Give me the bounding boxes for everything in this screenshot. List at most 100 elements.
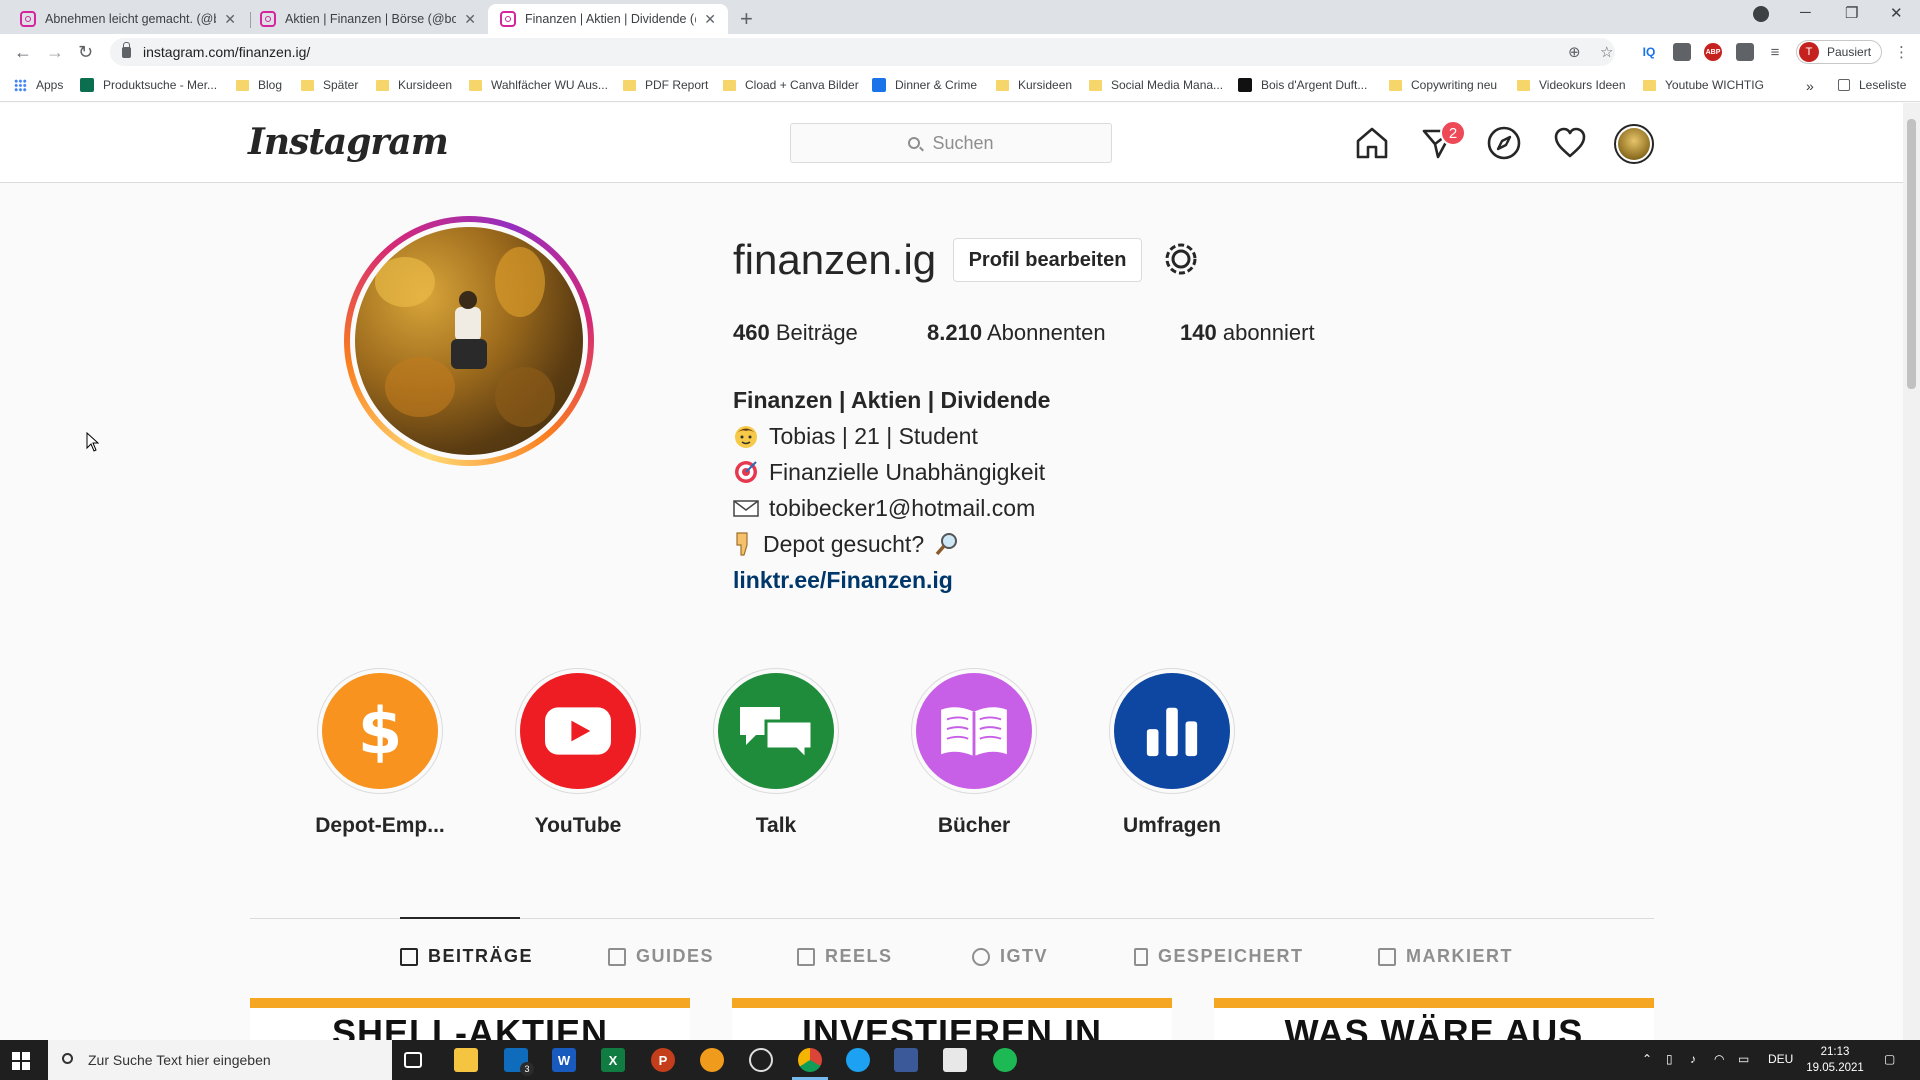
show-hidden-icons-icon[interactable]: ⌃: [1642, 1052, 1652, 1066]
app-icon[interactable]: [943, 1048, 967, 1072]
keyboard-icon[interactable]: ▭: [1738, 1052, 1749, 1066]
highlight-buecher[interactable]: Bücher: [884, 668, 1064, 838]
volume-icon[interactable]: ♪: [1690, 1052, 1696, 1066]
reload-icon[interactable]: ↻: [78, 42, 93, 63]
app-icon[interactable]: [700, 1048, 724, 1072]
search-input[interactable]: Suchen: [790, 123, 1112, 163]
extension-icon[interactable]: [1673, 43, 1691, 61]
restore-icon[interactable]: ❐: [1845, 4, 1858, 22]
browser-profile-button[interactable]: T Pausiert: [1796, 40, 1883, 64]
input-language[interactable]: DEU: [1768, 1052, 1793, 1066]
highlight-youtube[interactable]: YouTube: [488, 668, 668, 838]
minimize-icon[interactable]: ─: [1800, 4, 1811, 21]
following-stat[interactable]: 140 abonniert: [1180, 320, 1315, 346]
settings-gear-icon[interactable]: [1162, 240, 1200, 278]
powerpoint-icon[interactable]: P: [651, 1048, 675, 1072]
taskbar-clock[interactable]: 21:13 19.05.2021: [1800, 1044, 1870, 1076]
tagged-person-icon: [1378, 947, 1396, 966]
excel-icon[interactable]: X: [601, 1048, 625, 1072]
bookmark-item[interactable]: Produktsuche - Mer...: [80, 78, 217, 92]
media-control-icon[interactable]: ≡: [1766, 43, 1784, 61]
address-bar[interactable]: instagram.com/finanzen.ig/: [110, 38, 1615, 66]
app-icon[interactable]: [894, 1048, 918, 1072]
zoom-icon[interactable]: ⊕: [1568, 43, 1581, 61]
bookmark-item[interactable]: Blog: [236, 78, 282, 92]
tab-label: GESPEICHERT: [1158, 946, 1304, 966]
tab-gespeichert[interactable]: GESPEICHERT: [1134, 946, 1304, 967]
bio-link[interactable]: linktr.ee/Finanzen.ig: [733, 562, 1050, 598]
new-tab-button[interactable]: +: [740, 6, 753, 32]
explore-compass-icon[interactable]: [1486, 125, 1522, 161]
bookmark-item[interactable]: Dinner & Crime: [872, 78, 977, 92]
instagram-logo[interactable]: Instagram: [248, 121, 449, 163]
home-icon[interactable]: [1354, 125, 1390, 161]
profile-picture[interactable]: [344, 216, 594, 466]
bookmark-item[interactable]: Bois d'Argent Duft...: [1238, 78, 1367, 92]
bookmark-item[interactable]: Wahlfächer WU Aus...: [469, 78, 608, 92]
close-tab-icon[interactable]: ✕: [704, 11, 716, 28]
task-view-icon[interactable]: [404, 1052, 422, 1068]
highlight-ring: [1109, 668, 1235, 794]
bookmark-item[interactable]: Youtube WICHTIG: [1643, 78, 1764, 92]
tab-guides[interactable]: GUIDES: [608, 946, 714, 967]
bookmark-item[interactable]: Kursideen: [376, 78, 452, 92]
bookmark-apps[interactable]: Apps: [14, 78, 63, 92]
obs-icon[interactable]: [749, 1048, 773, 1072]
wifi-icon[interactable]: ◠: [1714, 1052, 1724, 1066]
forward-arrow-icon[interactable]: →: [46, 42, 64, 63]
bookmark-item[interactable]: Kursideen: [996, 78, 1072, 92]
bookmark-star-icon[interactable]: ☆: [1600, 43, 1613, 61]
notification-center-icon[interactable]: ▢: [1884, 1052, 1895, 1066]
post-accent-bar: [732, 998, 1172, 1008]
followers-stat[interactable]: 8.210 Abonnenten: [927, 320, 1106, 346]
bookmark-item[interactable]: PDF Report: [623, 78, 708, 92]
browser-tab-bar: Abnehmen leicht gemacht. (@bo ✕ Aktien |…: [0, 0, 1920, 34]
taskbar-search-input[interactable]: Zur Suche Text hier eingeben: [48, 1040, 392, 1080]
bookmark-icon: [1134, 947, 1148, 966]
browser-tab-2[interactable]: Aktien | Finanzen | Börse (@boer ✕: [248, 4, 488, 34]
search-icon: [908, 137, 921, 149]
tab-search-icon[interactable]: [1753, 6, 1769, 22]
file-explorer-icon[interactable]: [454, 1048, 478, 1072]
folder-icon: [236, 79, 249, 91]
edit-profile-button[interactable]: Profil bearbeiten: [953, 238, 1142, 282]
bookmark-item[interactable]: Social Media Mana...: [1089, 78, 1223, 92]
browser-tab-3-active[interactable]: Finanzen | Aktien | Dividende (@ ✕: [488, 4, 728, 34]
edge-icon[interactable]: [846, 1048, 870, 1072]
word-icon[interactable]: W: [552, 1048, 576, 1072]
highlight-depot[interactable]: $ Depot-Emp...: [290, 668, 470, 838]
close-tab-icon[interactable]: ✕: [224, 11, 236, 28]
post-thumbnail[interactable]: WAS WÄRE AUS: [1214, 998, 1654, 1040]
tab-markiert[interactable]: MARKIERT: [1378, 946, 1513, 967]
spotify-icon[interactable]: [993, 1048, 1017, 1072]
windows-start-button[interactable]: [12, 1052, 30, 1070]
battery-icon[interactable]: ▯: [1666, 1052, 1673, 1066]
tab-igtv[interactable]: IGTV: [972, 946, 1048, 967]
browser-tab-1[interactable]: Abnehmen leicht gemacht. (@bo ✕: [8, 4, 248, 34]
tab-reels[interactable]: REELS: [797, 946, 893, 967]
scrollbar-thumb[interactable]: [1907, 119, 1916, 389]
bookmark-item[interactable]: Cload + Canva Bilder: [723, 78, 859, 92]
bookmark-item[interactable]: Copywriting neu: [1389, 78, 1497, 92]
post-thumbnail[interactable]: SHELL-AKTIEN: [250, 998, 690, 1040]
activity-heart-icon[interactable]: [1552, 125, 1588, 161]
more-bookmarks-button[interactable]: »: [1806, 78, 1814, 94]
close-tab-icon[interactable]: ✕: [464, 11, 476, 28]
puzzle-extensions-icon[interactable]: [1736, 43, 1754, 61]
bookmark-item[interactable]: Später: [301, 78, 358, 92]
reading-list-button[interactable]: Leseliste: [1838, 78, 1906, 92]
highlight-umfragen[interactable]: Umfragen: [1082, 668, 1262, 838]
adblock-extension-icon[interactable]: ABP: [1704, 43, 1722, 61]
page-scrollbar[interactable]: [1903, 103, 1920, 1040]
iq-extension-icon[interactable]: IQ: [1640, 43, 1658, 61]
chrome-icon[interactable]: [798, 1048, 822, 1072]
close-window-icon[interactable]: ✕: [1890, 4, 1903, 22]
profile-avatar-button[interactable]: [1614, 124, 1654, 164]
back-arrow-icon[interactable]: ←: [14, 42, 32, 63]
browser-menu-icon[interactable]: ⋮: [1894, 43, 1909, 61]
post-thumbnail[interactable]: INVESTIEREN IN: [732, 998, 1172, 1040]
highlight-talk[interactable]: Talk: [686, 668, 866, 838]
bookmark-item[interactable]: Videokurs Ideen: [1517, 78, 1626, 92]
tab-beitraege[interactable]: BEITRÄGE: [400, 946, 533, 967]
windows-taskbar: Zur Suche Text hier eingeben 3 W X P ⌃ ▯…: [0, 1040, 1920, 1080]
